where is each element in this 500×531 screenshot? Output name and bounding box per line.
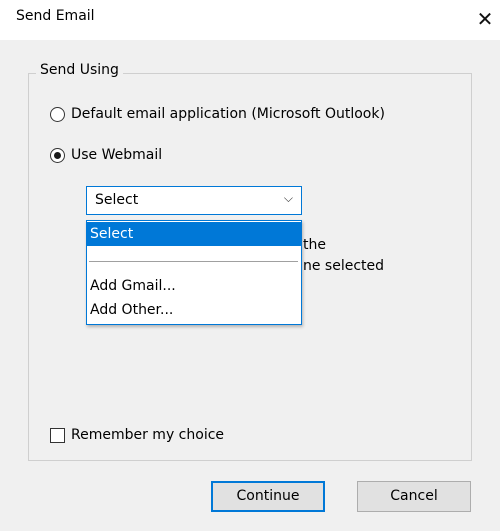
dropdown-item-add-other[interactable]: Add Other...	[87, 298, 301, 322]
radio-default-app-indicator[interactable]	[50, 106, 65, 122]
radio-default-app[interactable]: Default email application (Microsoft Out…	[50, 106, 385, 122]
dropdown-item-select[interactable]: Select	[87, 222, 301, 246]
send-using-legend: Send Using	[36, 62, 123, 78]
continue-button[interactable]: Continue	[211, 481, 325, 512]
radio-default-app-label: Default email application (Microsoft Out…	[71, 106, 385, 122]
remember-choice-label: Remember my choice	[71, 427, 225, 443]
close-icon[interactable]: ✕	[470, 2, 500, 36]
radio-webmail-label: Use Webmail	[71, 147, 163, 163]
title-bar: Send Email ✕	[0, 0, 500, 40]
remember-choice-checkbox[interactable]	[50, 427, 65, 443]
webmail-select[interactable]: Select ⌵	[86, 186, 302, 215]
webmail-select-value: Select	[95, 192, 139, 208]
webmail-dropdown-list: Select Add Gmail... Add Other...	[86, 220, 302, 325]
dropdown-item-blank[interactable]	[87, 246, 301, 260]
radio-webmail[interactable]: Use Webmail	[50, 147, 162, 163]
radio-webmail-indicator[interactable]	[50, 147, 65, 163]
window-title: Send Email	[16, 8, 95, 24]
dropdown-separator	[89, 261, 298, 262]
remember-choice-row[interactable]: Remember my choice	[50, 427, 224, 443]
dropdown-item-add-gmail[interactable]: Add Gmail...	[87, 274, 301, 298]
hidden-info-line-2: ne selected	[303, 258, 385, 274]
hidden-info-line-1: the	[303, 237, 326, 253]
chevron-down-icon[interactable]: ⌵	[284, 191, 293, 206]
cancel-button[interactable]: Cancel	[357, 481, 471, 512]
